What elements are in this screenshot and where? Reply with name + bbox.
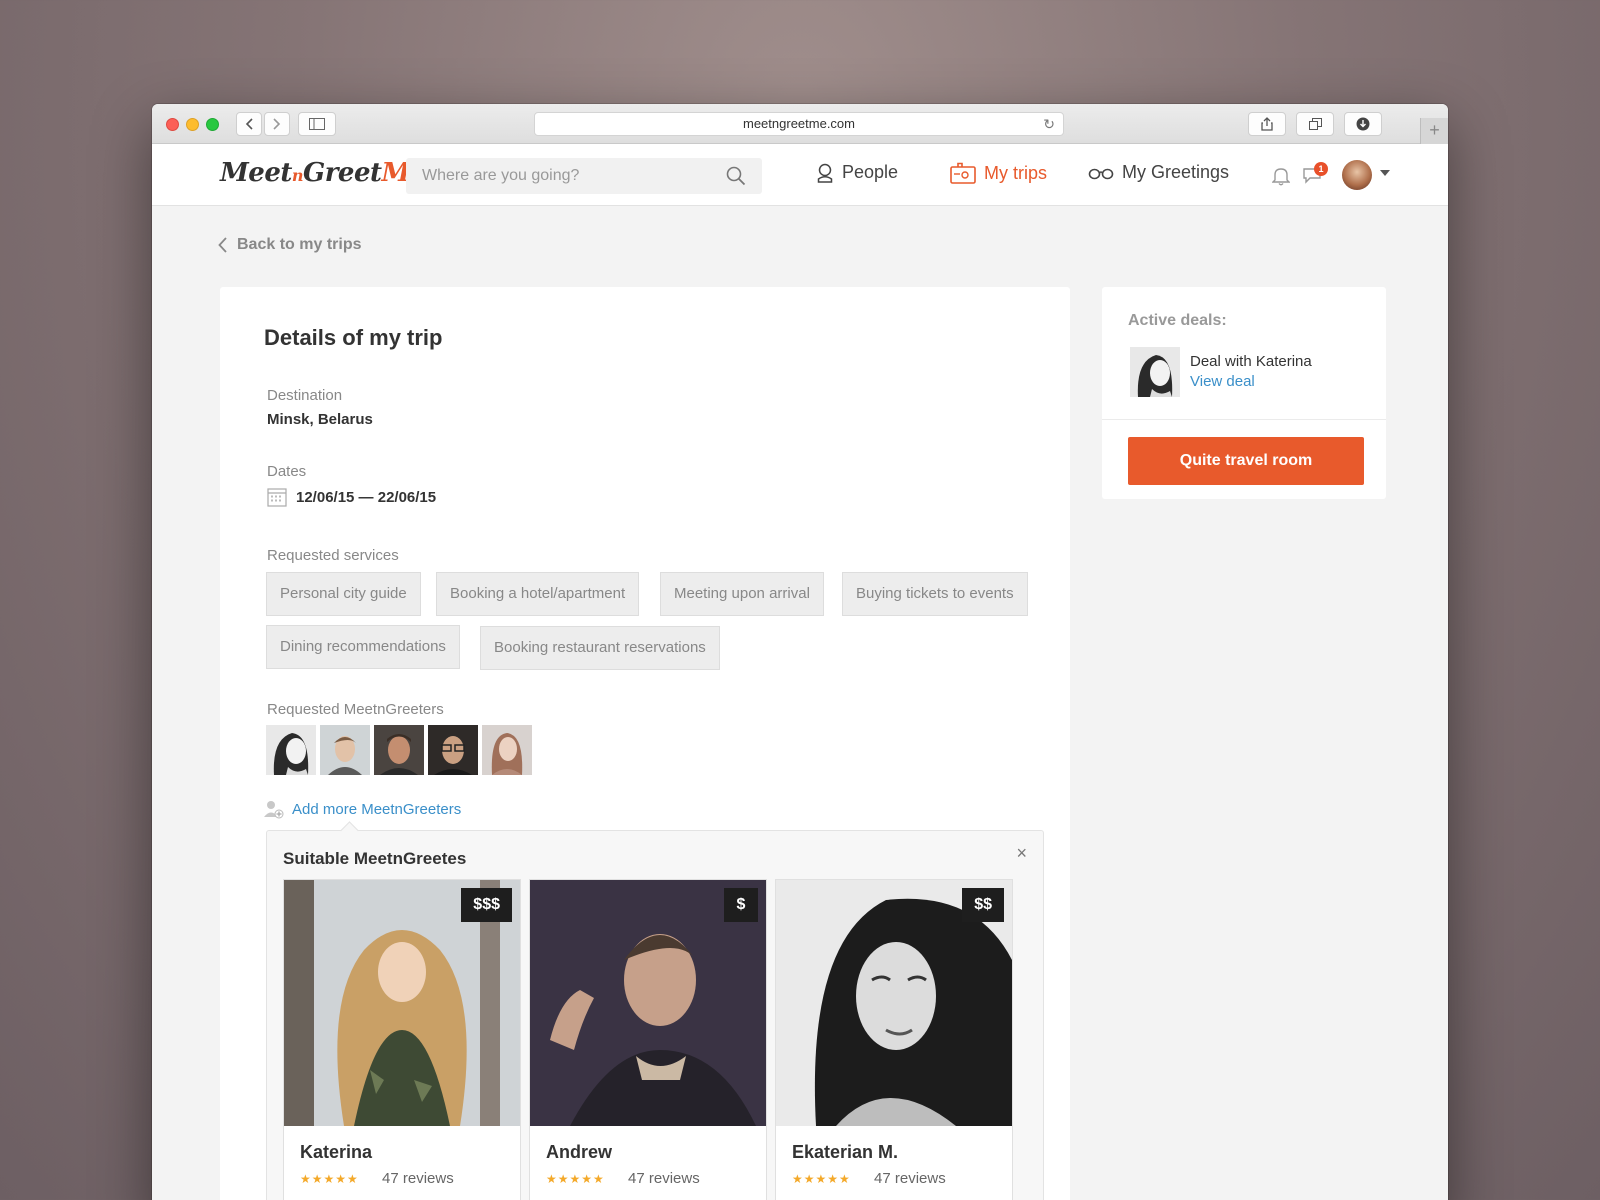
address-bar[interactable]: meetngreetme.com ↻ [534, 112, 1064, 136]
dates-label: Dates [267, 463, 307, 480]
deal-avatar[interactable] [1130, 347, 1180, 397]
logo-part: Meet [220, 158, 292, 188]
logo-part: Greet [303, 158, 382, 188]
bell-icon[interactable] [1272, 166, 1290, 186]
close-window-button[interactable] [166, 118, 179, 131]
rating-stars: ★★★★★ [546, 1172, 605, 1186]
rating-stars: ★★★★★ [300, 1172, 359, 1186]
reviews-count: 47 reviews [382, 1170, 454, 1187]
suitable-title: Suitable MeetnGreetes [283, 849, 467, 868]
back-to-my-trips-link[interactable]: Back to my trips [218, 236, 361, 254]
trip-details-card: Details of my trip Destination Minsk, Be… [220, 287, 1070, 1200]
nav-my-trips-label: My trips [984, 162, 1047, 183]
greeter-photo: $ [530, 880, 766, 1126]
destination-label: Destination [267, 387, 343, 404]
new-tab-button[interactable]: + [1420, 118, 1448, 144]
greeter-avatar[interactable] [482, 725, 532, 775]
service-tag[interactable]: Booking restaurant reservations [480, 626, 720, 670]
deal-name: Deal with Katerina [1190, 353, 1312, 370]
back-button[interactable] [236, 112, 262, 136]
app-header: MeetnGreetMe People My trips My Greeting… [152, 144, 1448, 206]
price-badge: $$$ [461, 888, 512, 922]
search-input[interactable] [422, 167, 712, 185]
greeter-photo: $$ [776, 880, 1012, 1126]
reviews-count: 47 reviews [628, 1170, 700, 1187]
search-box [406, 158, 762, 194]
service-tag[interactable]: Buying tickets to events [842, 572, 1028, 616]
add-more-label: Add more MeetnGreeters [292, 800, 462, 818]
divider [1102, 419, 1386, 420]
greeter-card[interactable]: $$ Ekaterian M. ★★★★★ 47 reviews [775, 879, 1013, 1200]
search-icon[interactable] [726, 166, 746, 186]
requested-greeters-list [266, 725, 532, 775]
reload-icon[interactable]: ↻ [1043, 113, 1055, 135]
view-deal-link[interactable]: View deal [1190, 373, 1255, 390]
greeters-label: Requested MeetnGreeters [267, 701, 444, 718]
forward-button[interactable] [264, 112, 290, 136]
greeter-avatar[interactable] [428, 725, 478, 775]
browser-window: meetngreetme.com ↻ + MeetnGreetMe People… [152, 104, 1448, 1200]
zoom-window-button[interactable] [206, 118, 219, 131]
rating-stars: ★★★★★ [792, 1172, 851, 1186]
price-badge: $ [724, 888, 758, 922]
download-icon [1356, 117, 1370, 131]
glasses-icon [1088, 168, 1114, 179]
nav-my-greetings[interactable]: My Greetings [1088, 162, 1229, 183]
tabs-overview-button[interactable] [1296, 112, 1334, 136]
share-button[interactable] [1248, 112, 1286, 136]
nav-my-greetings-label: My Greetings [1122, 162, 1230, 182]
url-text: meetngreetme.com [743, 116, 855, 131]
minimize-window-button[interactable] [186, 118, 199, 131]
sidebar-icon [309, 118, 325, 130]
logo[interactable]: MeetnGreetMe [220, 158, 426, 188]
tabs-icon [1308, 118, 1322, 130]
dates-value: 12/06/15 — 22/06/15 [296, 488, 437, 506]
greeter-avatar[interactable] [374, 725, 424, 775]
sidebar-toggle-button[interactable] [298, 112, 336, 136]
greeter-photo: $$$ [284, 880, 520, 1126]
page-title: Details of my trip [264, 325, 443, 350]
greeter-avatar[interactable] [266, 725, 316, 775]
greeter-avatar[interactable] [320, 725, 370, 775]
user-avatar[interactable] [1342, 160, 1372, 190]
browser-toolbar: meetngreetme.com ↻ + [152, 104, 1448, 144]
active-deals-label: Active deals: [1128, 312, 1227, 329]
person-icon [817, 163, 833, 183]
reviews-count: 47 reviews [874, 1170, 946, 1187]
greeter-name: Katerina [300, 1142, 373, 1162]
nav-people-label: People [842, 162, 899, 182]
service-tag[interactable]: Dining recommendations [266, 625, 460, 669]
add-user-icon [264, 801, 284, 819]
chevron-down-icon[interactable] [1380, 170, 1390, 176]
price-badge: $$ [962, 888, 1004, 922]
suitable-greeters-panel: Suitable MeetnGreetes × $$$ Katerina ★★★… [266, 830, 1044, 1200]
close-icon[interactable]: × [1016, 843, 1027, 864]
chevron-right-icon [273, 118, 281, 130]
service-tag[interactable]: Booking a hotel/apartment [436, 572, 640, 616]
dates-row: 12/06/15 — 22/06/15 [267, 487, 436, 507]
nav-my-trips[interactable]: My trips [950, 162, 1047, 184]
back-link-label: Back to my trips [237, 236, 362, 253]
calendar-icon [267, 488, 287, 507]
service-tag[interactable]: Personal city guide [266, 572, 421, 616]
messages-badge: 1 [1314, 162, 1328, 176]
suitcase-icon [950, 162, 976, 184]
greeter-card[interactable]: $ Andrew ★★★★★ 47 reviews [529, 879, 767, 1200]
logo-part: n [291, 166, 304, 185]
greeter-name: Ekaterian M. [792, 1142, 899, 1162]
services-label: Requested services [267, 547, 399, 564]
greeter-name: Andrew [546, 1142, 613, 1162]
chevron-left-icon [245, 118, 253, 130]
greeter-card[interactable]: $$$ Katerina ★★★★★ 47 reviews [283, 879, 521, 1200]
nav-people[interactable]: People [816, 162, 898, 183]
service-tag[interactable]: Meeting upon arrival [660, 572, 824, 616]
quit-travel-room-button[interactable]: Quite travel room [1128, 437, 1364, 485]
chevron-left-icon [218, 237, 227, 253]
add-more-greeters-link[interactable]: Add more MeetnGreeters [264, 799, 461, 819]
destination-value: Minsk, Belarus [267, 411, 373, 428]
active-deals-card: Active deals: Deal with Katerina View de… [1102, 287, 1386, 499]
share-icon [1261, 117, 1273, 131]
downloads-button[interactable] [1344, 112, 1382, 136]
